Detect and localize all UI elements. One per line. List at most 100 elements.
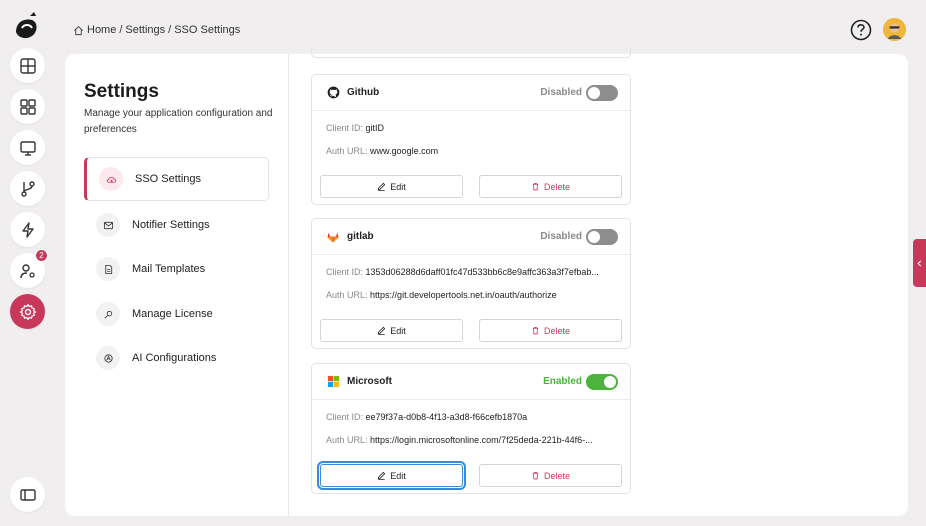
delete-button-label: Delete [543,181,570,192]
menu-item-label: SSO Settings [135,173,202,185]
home-icon [74,25,83,35]
chevron-left-icon [917,260,922,266]
auth-url-row: Auth URL: www.google.com [326,146,618,156]
menu-item-label: Notifier Settings [132,219,210,231]
provider-card-header: Microsoft Enabled [312,364,630,400]
page-title: Settings [84,81,159,102]
provider-enable-toggle[interactable] [586,84,618,101]
left-rail: 2 [0,0,54,526]
user-settings-icon [19,263,35,278]
provider-name: Microsoft [347,376,392,387]
side-drawer-tab[interactable] [913,239,926,287]
client-id-label: Client ID: [326,123,364,133]
client-id-label: Client ID: [326,267,364,277]
grid-icon [19,98,36,115]
menu-item-sso-settings[interactable]: SSO Settings [84,157,269,201]
provider-card-header: Github Disabled [312,75,630,111]
auth-url-value: https://git.developertools.net.in/oauth/… [370,290,557,300]
client-id-value: ee79f37a-d0b8-4f13-a3d8-f66cefb1870a [365,412,528,422]
trash-icon [532,182,539,191]
menu-item-manage-license[interactable]: Manage License [84,292,269,336]
client-id-value: 1353d06288d6daff01fc47d533bb6c8e9affc363… [365,267,599,277]
trash-icon [532,326,539,335]
notification-badge: 2 [35,249,48,262]
pencil-icon [378,326,386,335]
auth-url-label: Auth URL: [326,435,368,445]
breadcrumb-separator: / [168,24,172,36]
key-icon [96,302,120,326]
menu-item-ai-configurations[interactable]: AI Configurations [84,336,269,380]
provider-card-gitlab: gitlab Disabled Client ID: 1353d06288d6d… [311,218,631,349]
provider-enable-toggle[interactable] [586,373,618,390]
edit-button-label: Edit [390,325,406,336]
monitor-icon [19,140,36,156]
menu-item-label: Mail Templates [132,263,206,275]
provider-card-microsoft: Microsoft Enabled Client ID: ee79f37a-d0… [311,363,631,494]
breadcrumb-current: SSO Settings [174,24,241,36]
provider-name: Github [347,87,380,98]
edit-button-label: Edit [390,181,406,192]
client-id-label: Client ID: [326,412,364,422]
edit-button[interactable]: Edit [320,319,463,342]
auth-url-value: https://login.microsoftonline.com/7f25de… [370,435,593,445]
previous-provider-card-edge [311,48,631,58]
provider-status: Enabled [543,376,582,387]
mail-icon [96,213,120,237]
delete-button-label: Delete [543,325,570,336]
auth-url-label: Auth URL: [326,290,368,300]
client-id-row: Client ID: 1353d06288d6daff01fc47d533bb6… [326,267,618,277]
auth-url-row: Auth URL: https://login.microsoftonline.… [326,435,618,445]
auth-url-row: Auth URL: https://git.developertools.net… [326,290,618,300]
pencil-icon [378,471,386,480]
auth-url-value: www.google.com [370,146,439,156]
trash-icon [532,471,539,480]
menu-item-mail-templates[interactable]: Mail Templates [84,247,269,291]
git-branch-icon [20,180,35,197]
rail-dashboard-button[interactable] [10,48,45,83]
help-icon[interactable] [850,19,872,41]
gitlab-icon [326,230,340,244]
provider-card-github: Github Disabled Client ID: gitID Auth UR… [311,74,631,205]
provider-enable-toggle[interactable] [586,228,618,245]
layout-icon [19,57,36,74]
lightning-icon [21,221,34,238]
breadcrumb-settings[interactable]: Settings [125,24,165,36]
edit-button[interactable]: Edit [320,175,463,198]
menu-item-label: AI Configurations [132,352,217,364]
rail-users-button[interactable]: 2 [10,249,48,288]
rail-branch-button[interactable] [10,171,45,206]
client-id-row: Client ID: ee79f37a-d0b8-4f13-a3d8-f66ce… [326,412,618,422]
edit-button-label: Edit [390,470,406,481]
menu-item-label: Manage License [132,308,213,320]
avatar-icon [883,18,906,41]
delete-button[interactable]: Delete [479,464,622,487]
panel-divider [288,54,289,516]
rail-actions-button[interactable] [10,212,45,247]
provider-status: Disabled [540,87,582,98]
breadcrumb: Home / Settings / SSO Settings [73,24,240,36]
rail-apps-button[interactable] [10,89,45,124]
client-id-value: gitID [365,123,385,133]
rail-monitor-button[interactable] [10,130,45,165]
provider-name: gitlab [347,231,374,242]
settings-panel: Settings Manage your application configu… [65,48,908,516]
avatar[interactable] [883,18,906,41]
provider-status: Disabled [540,231,582,242]
provider-card-header: gitlab Disabled [312,219,630,255]
delete-button[interactable]: Delete [479,319,622,342]
ai-icon [96,346,120,370]
menu-item-notifier-settings[interactable]: Notifier Settings [84,203,269,247]
pencil-icon [378,182,386,191]
delete-button[interactable]: Delete [479,175,622,198]
sidebar-icon [19,488,36,501]
page-description: Manage your application configuration an… [84,108,273,135]
delete-button-label: Delete [543,470,570,481]
rail-settings-button[interactable] [10,294,45,329]
gear-icon [19,303,36,320]
edit-button[interactable]: Edit [317,461,466,490]
app-logo-icon[interactable] [10,10,42,42]
breadcrumb-separator: / [119,24,123,36]
microsoft-icon [326,375,340,389]
rail-toggle-sidebar-button[interactable] [10,477,45,512]
breadcrumb-home[interactable]: Home [87,24,116,36]
